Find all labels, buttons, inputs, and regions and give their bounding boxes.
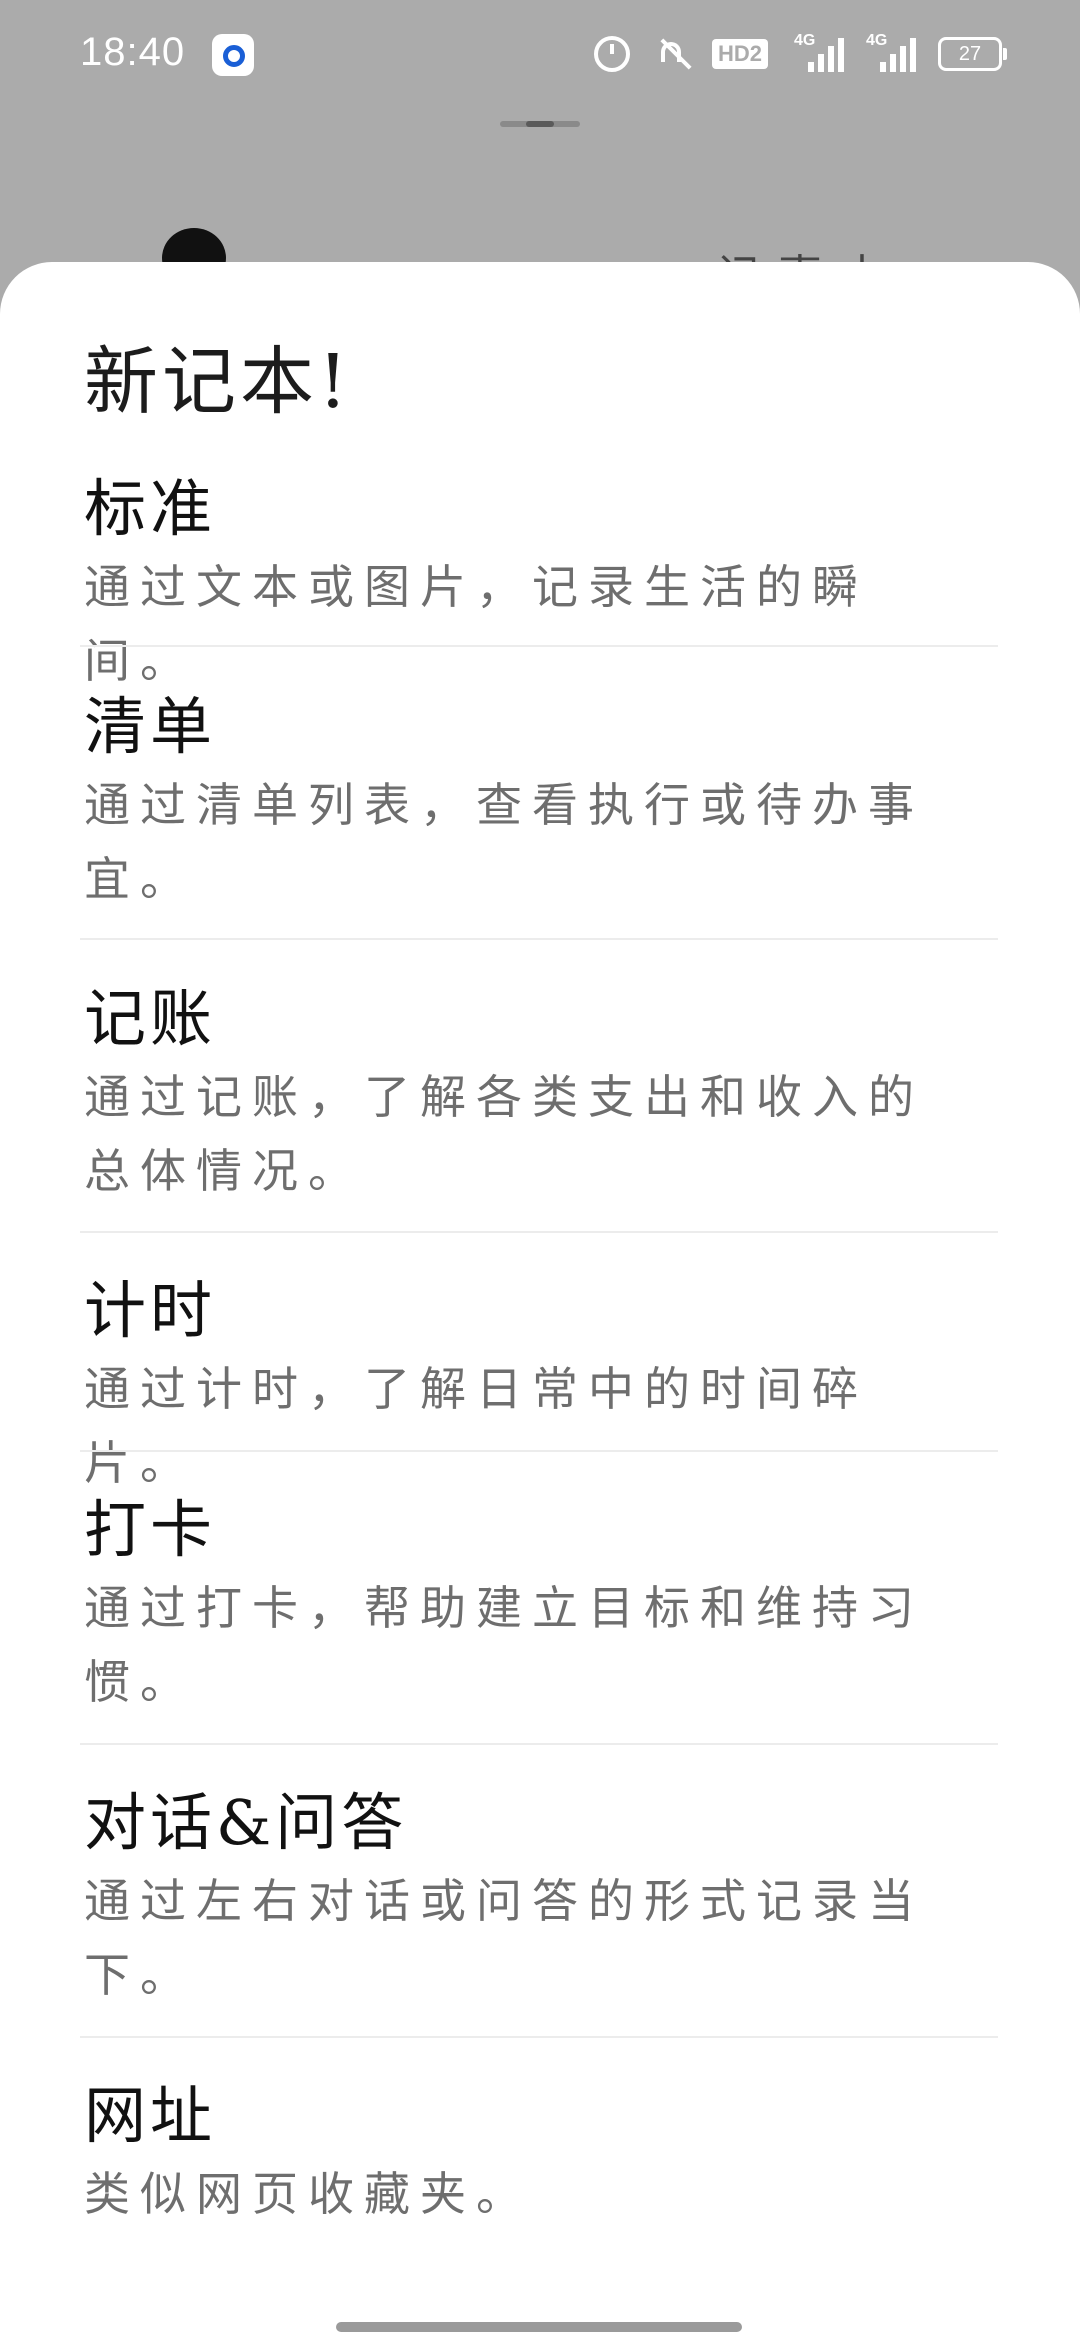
- alarm-icon: [593, 36, 630, 72]
- item-title: 打卡: [84, 1493, 217, 1566]
- app-badge-icon: [212, 34, 254, 76]
- item-description: 通过左右对话或问答的形式记录当下。: [84, 1874, 924, 2002]
- status-bar: 18:40 HD2 4G 4G 27: [0, 0, 1080, 110]
- divider: [80, 938, 998, 940]
- signal-label: 4G: [794, 32, 816, 49]
- signal-4g-icon: 4G: [866, 32, 916, 72]
- signal-4g-icon: 4G: [794, 32, 844, 72]
- status-icons: HD2 4G 4G 27: [593, 30, 1007, 78]
- item-title: 对话&问答: [84, 1786, 408, 1859]
- divider: [80, 645, 998, 647]
- background-avatar: [140, 224, 240, 288]
- battery-icon: 27: [938, 37, 1007, 71]
- item-description: 通过计时，了解日常中的时间碎片。: [84, 1362, 868, 1490]
- status-time: 18:40: [80, 30, 186, 74]
- notebook-type-dialogue[interactable]: 对话&问答 通过左右对话或问答的形式记录当下。: [80, 1772, 998, 2052]
- notebook-type-standard[interactable]: 标准 通过文本或图片，记录生活的瞬间。: [80, 458, 998, 688]
- sheet-drag-handle[interactable]: [500, 121, 580, 127]
- item-title: 计时: [84, 1274, 217, 1347]
- notebook-type-accounting[interactable]: 记账 通过记账，了解各类支出和收入的总体情况。: [80, 968, 998, 1248]
- divider: [80, 2036, 998, 2038]
- item-description: 通过打卡，帮助建立目标和维持习惯。: [84, 1581, 924, 1709]
- item-description: 类似网页收藏夹。: [84, 2167, 532, 2221]
- item-title: 标准: [84, 472, 217, 545]
- notebook-type-url[interactable]: 网址 类似网页收藏夹。: [80, 2065, 998, 2265]
- notebook-type-timer[interactable]: 计时 通过计时，了解日常中的时间碎片。: [80, 1260, 998, 1490]
- divider: [80, 1231, 998, 1233]
- hd-voice-icon: HD2: [711, 39, 768, 69]
- home-indicator[interactable]: [336, 2322, 742, 2332]
- sheet-title: 新记本!: [84, 339, 352, 425]
- notebook-type-checklist[interactable]: 清单 通过清单列表，查看执行或待办事宜。: [80, 676, 998, 956]
- bell-muted-icon: [656, 38, 686, 70]
- item-description: 通过记账，了解各类支出和收入的总体情况。: [84, 1070, 924, 1198]
- divider: [80, 1450, 998, 1452]
- notebook-type-checkin[interactable]: 打卡 通过打卡，帮助建立目标和维持习惯。: [80, 1479, 998, 1759]
- divider: [80, 1743, 998, 1745]
- item-title: 清单: [84, 690, 217, 763]
- new-notebook-sheet: 新记本! 标准 通过文本或图片，记录生活的瞬间。 清单 通过清单列表，查看执行或…: [0, 262, 1080, 2340]
- item-description: 通过清单列表，查看执行或待办事宜。: [84, 778, 924, 906]
- item-title: 记账: [84, 982, 217, 1055]
- item-title: 网址: [84, 2079, 217, 2152]
- signal-label: 4G: [866, 32, 888, 49]
